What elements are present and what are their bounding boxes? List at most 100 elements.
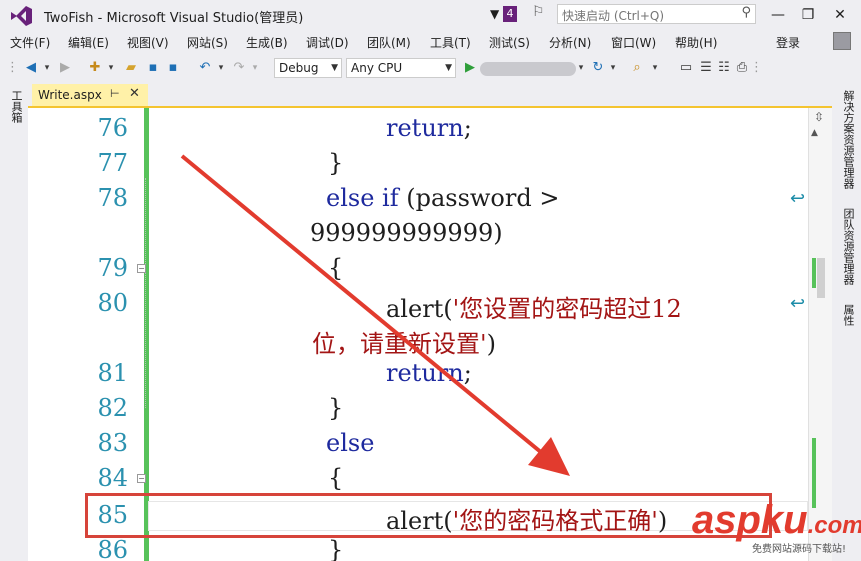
code-line: else if (password > bbox=[326, 184, 559, 212]
menu-edit[interactable]: 编辑(E) bbox=[68, 34, 109, 51]
code-line-continuation: 999999999999) bbox=[310, 219, 503, 247]
browser-dropdown-icon[interactable]: ▾ bbox=[576, 59, 586, 77]
save-icon[interactable]: ▪ bbox=[144, 59, 162, 77]
browser-link-dropdown-icon[interactable]: ▾ bbox=[650, 59, 660, 77]
code-string: '您设置的密码超过12 bbox=[452, 295, 682, 323]
browser-select[interactable] bbox=[480, 62, 576, 76]
close-icon[interactable]: ✕ bbox=[129, 86, 140, 101]
right-tool-strip: 解决方案资源管理器 团队资源管理器 属性 bbox=[832, 84, 861, 561]
chevron-down-icon: ▼ bbox=[331, 63, 338, 73]
code-line: { bbox=[328, 464, 344, 492]
solution-explorer-tab[interactable]: 解决方案资源管理器 bbox=[840, 90, 856, 189]
open-folder-icon[interactable]: ▰ bbox=[122, 59, 140, 77]
flag-icon: ▼ bbox=[490, 7, 500, 21]
minimize-button[interactable]: — bbox=[766, 4, 790, 26]
line-number: 79 bbox=[97, 254, 128, 282]
code-line: { bbox=[328, 254, 344, 282]
change-marker bbox=[812, 258, 816, 288]
new-dropdown-icon[interactable]: ▾ bbox=[106, 59, 116, 77]
restore-button[interactable]: ❐ bbox=[796, 4, 820, 26]
line-number: 77 bbox=[97, 149, 128, 177]
code-text: ) bbox=[486, 330, 496, 358]
notifications-button[interactable]: ▼ 4 bbox=[490, 6, 520, 24]
code-keyword: else if bbox=[326, 184, 399, 212]
references-icon[interactable]: ↩ bbox=[790, 293, 805, 314]
feedback-icon[interactable]: ⚐ bbox=[532, 4, 550, 22]
new-project-icon[interactable]: ✚ bbox=[86, 59, 104, 77]
menu-file[interactable]: 文件(F) bbox=[10, 34, 50, 51]
line-number: 76 bbox=[97, 114, 128, 142]
tab-write-aspx[interactable]: Write.aspx ⊢ ✕ bbox=[32, 84, 148, 106]
platform-select[interactable]: Any CPU ▼ bbox=[346, 58, 456, 78]
menu-team[interactable]: 团队(M) bbox=[367, 34, 411, 51]
refresh-dropdown-icon[interactable]: ▾ bbox=[608, 59, 618, 77]
quick-launch[interactable]: ⚲ bbox=[557, 4, 756, 25]
platform-value: Any CPU bbox=[351, 61, 403, 75]
menu-tools[interactable]: 工具(T) bbox=[430, 34, 471, 51]
team-explorer-tab[interactable]: 团队资源管理器 bbox=[840, 208, 856, 285]
comment-icon[interactable]: ☰ bbox=[698, 59, 714, 77]
menu-bar: 文件(F) 编辑(E) 视图(V) 网站(S) 生成(B) 调试(D) 团队(M… bbox=[0, 30, 861, 52]
bookmark-icon[interactable]: ⎙ bbox=[734, 59, 750, 77]
indent-guide bbox=[145, 178, 146, 408]
toolbox-tab[interactable]: 工具箱 bbox=[8, 90, 24, 123]
save-all-icon[interactable]: ▪ bbox=[164, 59, 182, 77]
browser-link-icon[interactable]: ⌕ bbox=[628, 59, 646, 77]
redo-dropdown-icon[interactable]: ▾ bbox=[250, 59, 260, 77]
code-line: } bbox=[328, 394, 344, 422]
menu-window[interactable]: 窗口(W) bbox=[611, 34, 656, 51]
properties-tab[interactable]: 属性 bbox=[840, 304, 856, 326]
menu-help[interactable]: 帮助(H) bbox=[675, 34, 717, 51]
line-number: 81 bbox=[97, 359, 128, 387]
start-debugging-icon[interactable]: ▶ bbox=[462, 59, 478, 77]
collapse-icon[interactable]: − bbox=[137, 474, 146, 483]
document-tab-well: Write.aspx ⊢ ✕ bbox=[28, 84, 832, 108]
collapse-icon[interactable]: − bbox=[137, 264, 146, 273]
menu-debug[interactable]: 调试(D) bbox=[306, 34, 349, 51]
toolbar: ⋮ ◀ ▾ ▶ ✚ ▾ ▰ ▪ ▪ ↶ ▾ ↷ ▾ Debug ▼ Any CP… bbox=[0, 54, 861, 82]
pin-icon[interactable]: ⊢ bbox=[110, 87, 120, 100]
refresh-icon[interactable]: ↻ bbox=[589, 59, 607, 77]
menu-view[interactable]: 视图(V) bbox=[127, 34, 169, 51]
code-keyword: return bbox=[386, 359, 464, 387]
back-icon[interactable]: ◀ bbox=[22, 59, 40, 77]
menu-build[interactable]: 生成(B) bbox=[246, 34, 288, 51]
notification-count: 4 bbox=[503, 6, 517, 22]
uncomment-icon[interactable]: ☷ bbox=[716, 59, 732, 77]
search-icon: ⚲ bbox=[741, 5, 751, 20]
code-line: alert('您设置的密码超过12 bbox=[386, 289, 682, 324]
toolbar-grip-icon: ⋮ bbox=[6, 60, 19, 75]
menu-test[interactable]: 测试(S) bbox=[489, 34, 530, 51]
watermark-logo: aspku.com bbox=[692, 498, 861, 542]
line-number: 86 bbox=[97, 536, 128, 561]
title-bar: TwoFish - Microsoft Visual Studio(管理员) ▼… bbox=[0, 0, 861, 30]
references-icon[interactable]: ↩ bbox=[790, 188, 805, 209]
watermark-caption: 免费网站源码下载站! bbox=[752, 544, 847, 555]
forward-icon[interactable]: ▶ bbox=[56, 59, 74, 77]
back-dropdown-icon[interactable]: ▾ bbox=[42, 59, 52, 77]
redo-icon[interactable]: ↷ bbox=[230, 59, 248, 77]
tab-label: Write.aspx bbox=[38, 88, 102, 102]
undo-dropdown-icon[interactable]: ▾ bbox=[216, 59, 226, 77]
undo-icon[interactable]: ↶ bbox=[196, 59, 214, 77]
scroll-thumb[interactable] bbox=[817, 258, 825, 298]
indicator-margin bbox=[28, 108, 52, 561]
split-icon[interactable]: ⇳ bbox=[814, 110, 824, 124]
configuration-select[interactable]: Debug ▼ bbox=[274, 58, 342, 78]
highlight-annotation bbox=[85, 493, 772, 538]
quick-launch-input[interactable] bbox=[558, 7, 736, 25]
menu-analyze[interactable]: 分析(N) bbox=[549, 34, 591, 51]
chevron-down-icon: ▼ bbox=[445, 63, 452, 73]
close-button[interactable]: ✕ bbox=[828, 4, 852, 26]
line-number: 78 bbox=[97, 184, 128, 212]
code-line: else bbox=[326, 429, 375, 457]
vertical-scrollbar[interactable]: ⇳ ▲ bbox=[808, 108, 832, 561]
menu-website[interactable]: 网站(S) bbox=[187, 34, 228, 51]
line-number: 82 bbox=[97, 394, 128, 422]
toolbar-overflow-icon[interactable]: ⋮ bbox=[750, 59, 763, 77]
avatar[interactable] bbox=[833, 32, 851, 50]
document-icon[interactable]: ▭ bbox=[678, 59, 694, 77]
line-number: 80 bbox=[97, 289, 128, 317]
scroll-up-icon[interactable]: ▲ bbox=[811, 128, 818, 138]
sign-in-link[interactable]: 登录 bbox=[776, 34, 800, 51]
